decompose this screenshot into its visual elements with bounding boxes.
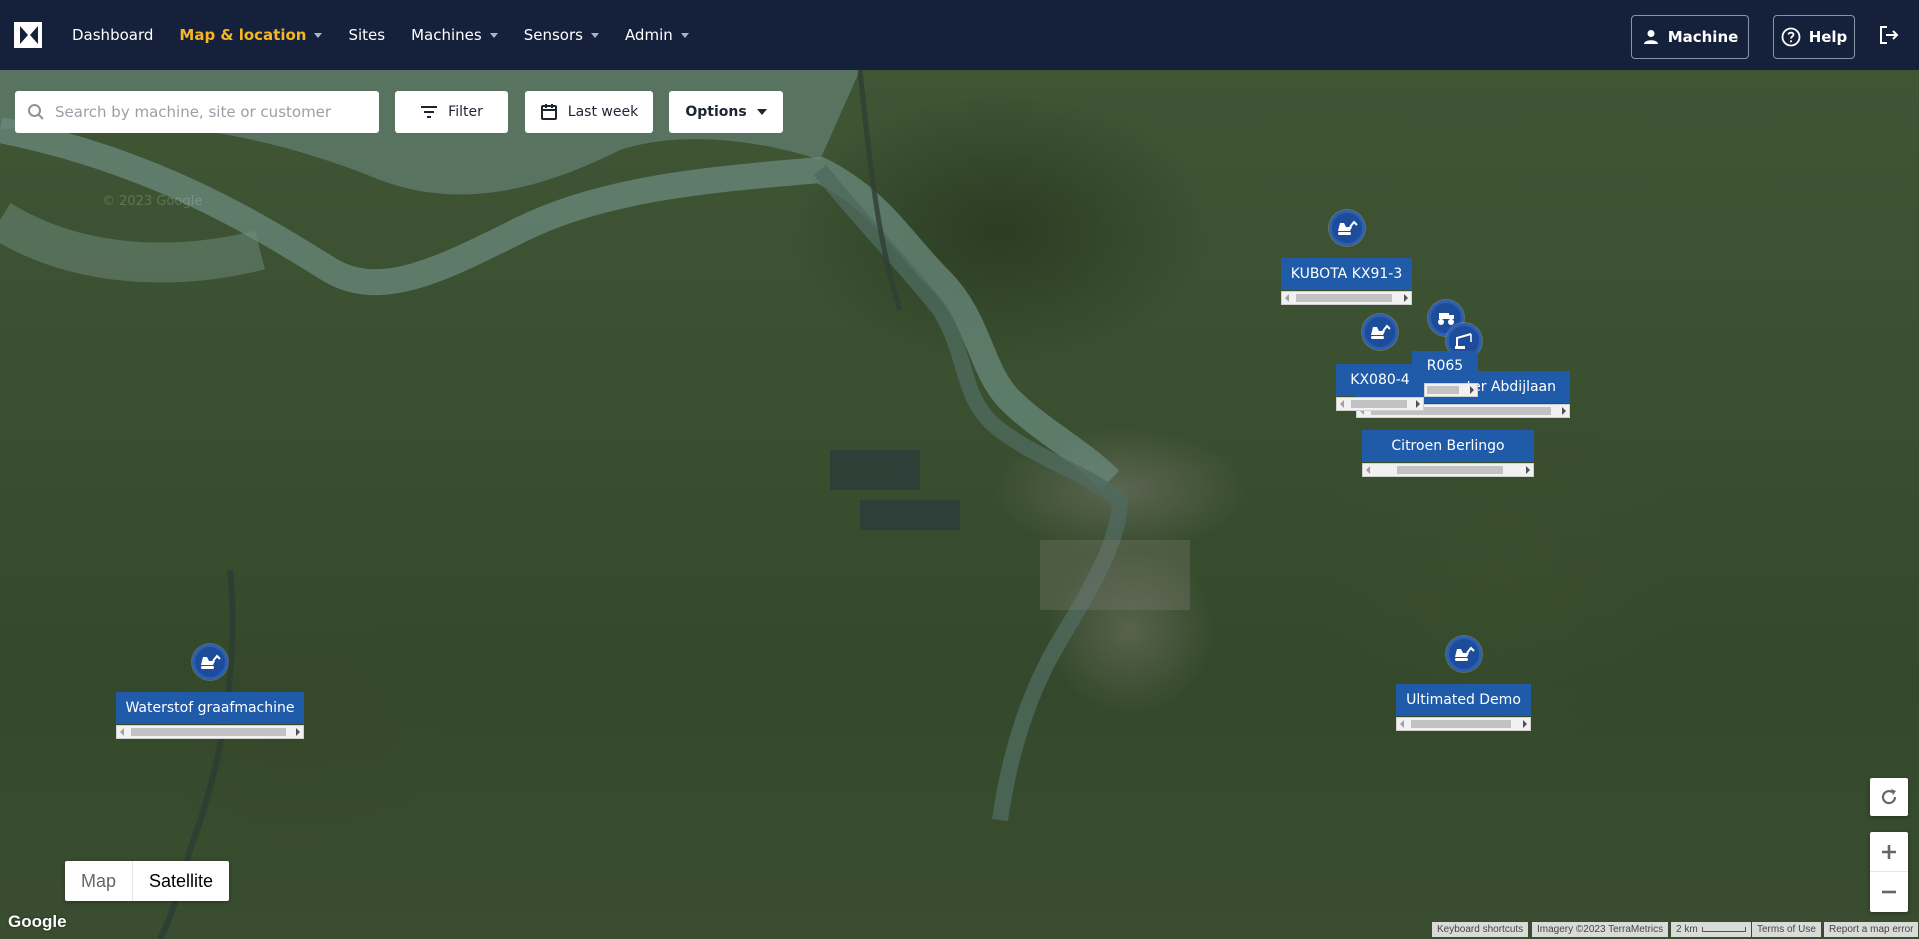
marker-label[interactable]: Waterstof graafmachine [116, 692, 304, 724]
terms-of-use-link[interactable]: Terms of Use [1752, 922, 1821, 937]
marker-label-text: ter Abdijlaan [1466, 379, 1556, 395]
crane-icon [1455, 333, 1472, 349]
chevron-down-icon [590, 32, 599, 38]
imagery-attribution-text: Imagery ©2023 TerraMetrics [1537, 924, 1664, 935]
caret-down-icon [756, 109, 767, 115]
machine-button[interactable]: Machine [1631, 15, 1749, 59]
marker-label[interactable]: R065 [1412, 351, 1478, 381]
help-button-label: Help [1808, 28, 1848, 46]
nav-machines[interactable]: Machines [411, 26, 498, 44]
main-menu: Dashboard Map & location Sites Machines … [72, 0, 715, 70]
options-dropdown[interactable]: Options [669, 91, 783, 133]
nav-sites-label: Sites [348, 26, 386, 44]
filter-button-label: Filter [448, 104, 483, 120]
marker-label[interactable]: KUBOTA KX91-3 [1281, 258, 1412, 290]
zoom-in-button[interactable] [1870, 832, 1908, 872]
excavator-icon [1371, 324, 1391, 339]
nav-map-location-label: Map & location [179, 26, 307, 44]
nav-admin[interactable]: Admin [625, 26, 689, 44]
excavator-icon [1338, 220, 1358, 235]
machine-button-label: Machine [1667, 28, 1739, 46]
nav-dashboard[interactable]: Dashboard [72, 26, 153, 44]
marker-label-text: Ultimated Demo [1406, 692, 1521, 708]
nav-dashboard-label: Dashboard [72, 26, 154, 44]
terms-of-use-text: Terms of Use [1757, 924, 1816, 935]
marker-label-text: KUBOTA KX91-3 [1290, 266, 1403, 282]
map-scale-text: 2 km [1676, 924, 1698, 935]
machine-marker-ultimated-demo[interactable] [1446, 636, 1482, 672]
help-button[interactable]: Help [1773, 15, 1855, 59]
marker-label[interactable]: Citroen Berlingo [1362, 430, 1534, 462]
zoom-control [1870, 832, 1908, 912]
map-type-satellite-button[interactable]: Satellite [133, 861, 229, 901]
machine-marker-kx080-4[interactable] [1362, 314, 1398, 350]
zoom-out-button[interactable] [1870, 872, 1908, 912]
nav-sensors-label: Sensors [523, 26, 583, 44]
calendar-icon [540, 104, 557, 120]
date-range-label: Last week [567, 104, 639, 120]
map-canvas[interactable]: © 2023 Google Filter Last week Options K… [0, 70, 1919, 939]
search-input[interactable] [55, 103, 355, 121]
app-logo-icon[interactable] [14, 22, 42, 48]
user-icon [1643, 30, 1658, 44]
nav-machines-label: Machines [411, 26, 482, 44]
excavator-icon [1455, 646, 1475, 661]
marker-label-scrollbar[interactable] [1281, 291, 1412, 305]
help-circle-icon [1781, 27, 1801, 47]
refresh-icon [1881, 789, 1897, 805]
keyboard-shortcuts-link[interactable]: Keyboard shortcuts [1432, 922, 1529, 937]
marker-label-text: Citroen Berlingo [1391, 438, 1505, 454]
marker-label-scrollbar[interactable] [1362, 463, 1534, 477]
filter-button[interactable]: Filter [395, 91, 508, 133]
marker-label-scrollbar[interactable] [1424, 383, 1478, 397]
map-type-control: Map Satellite [65, 861, 230, 901]
map-type-map-label: Map [81, 870, 117, 891]
refresh-button[interactable] [1870, 778, 1908, 816]
tractor-icon [1438, 313, 1454, 325]
marker-label-scrollbar[interactable] [1336, 397, 1424, 411]
scale-bar [1701, 927, 1746, 932]
map-watermark: © 2023 Google [102, 194, 203, 209]
nav-sites[interactable]: Sites [348, 26, 385, 44]
marker-label-text: Waterstof graafmachine [125, 700, 295, 716]
machine-marker-waterstof-graafmachine[interactable] [192, 644, 228, 680]
options-dropdown-label: Options [685, 104, 747, 120]
date-range-button[interactable]: Last week [525, 91, 653, 133]
map-imagery [0, 70, 1190, 939]
excavator-icon [201, 654, 221, 669]
marker-label[interactable]: Ultimated Demo [1396, 684, 1531, 716]
machine-marker-kubota-kx91-3[interactable] [1329, 210, 1365, 246]
report-map-error-link[interactable]: Report a map error [1824, 922, 1919, 937]
search-icon [28, 104, 44, 120]
marker-label-text: KX080-4 [1350, 372, 1410, 388]
marker-label-scrollbar[interactable] [1396, 717, 1531, 731]
chevron-down-icon [314, 32, 323, 38]
search-bar[interactable] [15, 91, 379, 133]
map-type-satellite-label: Satellite [149, 870, 214, 891]
top-navigation-bar: Dashboard Map & location Sites Machines … [0, 0, 1919, 70]
filter-icon [421, 106, 438, 118]
report-map-error-text: Report a map error [1829, 924, 1914, 935]
nav-admin-label: Admin [624, 26, 673, 44]
nav-map-location[interactable]: Map & location [179, 26, 323, 44]
imagery-attribution: Imagery ©2023 TerraMetrics [1532, 922, 1669, 937]
minus-icon [1882, 890, 1896, 894]
marker-label-text: R065 [1426, 358, 1464, 374]
marker-label[interactable]: KX080-4 [1336, 364, 1424, 396]
chevron-down-icon [680, 32, 689, 38]
chevron-down-icon [489, 32, 498, 38]
map-scale[interactable]: 2 km [1671, 922, 1751, 937]
logout-icon[interactable] [1878, 24, 1900, 46]
google-logo[interactable]: Google [8, 912, 67, 932]
marker-label-scrollbar[interactable] [116, 725, 304, 739]
plus-icon [1882, 844, 1896, 859]
map-type-map-button[interactable]: Map [65, 861, 134, 901]
nav-sensors[interactable]: Sensors [524, 26, 599, 44]
keyboard-shortcuts-text: Keyboard shortcuts [1437, 924, 1524, 935]
